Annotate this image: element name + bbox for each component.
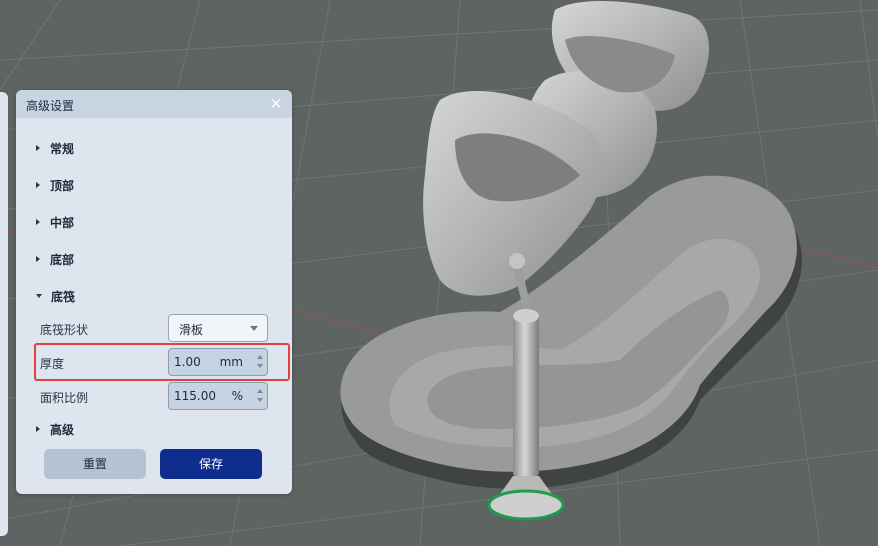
section-general[interactable]: 常规 [36, 139, 74, 157]
section-advanced-label: 高级 [50, 422, 75, 437]
section-general-label: 常规 [50, 141, 75, 156]
close-icon[interactable]: × [268, 95, 284, 111]
caret-right-icon [36, 182, 40, 188]
left-side-panel-edge [0, 92, 8, 536]
panel-header: 高级设置 × [16, 90, 292, 118]
section-advanced[interactable]: 高级 [36, 420, 74, 438]
spin-up-icon[interactable] [257, 389, 263, 393]
section-middle-label: 中部 [50, 215, 75, 230]
caret-right-icon [36, 219, 40, 225]
reset-button[interactable]: 重置 [44, 449, 146, 479]
support-tip [509, 253, 525, 269]
section-base[interactable]: 底筏 [36, 287, 75, 305]
save-button[interactable]: 保存 [160, 449, 262, 479]
panel-title: 高级设置 [26, 99, 75, 113]
support-pillar [513, 314, 539, 476]
caret-down-icon [36, 294, 42, 298]
chevron-down-icon [250, 326, 258, 331]
caret-right-icon [36, 426, 40, 432]
spin-down-icon[interactable] [257, 398, 263, 402]
base-shape-value: 滑板 [179, 323, 204, 337]
support-pillar-top [513, 309, 539, 323]
section-bottom[interactable]: 底部 [36, 250, 74, 268]
advanced-settings-panel: 高级设置 × 常规 顶部 中部 底部 底筏 底筏形状 滑板 厚度 mm 面积比例… [16, 90, 292, 494]
base-shape-label: 底筏形状 [40, 323, 89, 337]
caret-right-icon [36, 256, 40, 262]
section-bottom-label: 底部 [50, 252, 75, 267]
support-base-selected[interactable] [487, 489, 565, 521]
section-middle[interactable]: 中部 [36, 213, 74, 231]
area-ratio-label: 面积比例 [40, 391, 89, 405]
base-shape-select[interactable]: 滑板 [168, 314, 268, 342]
section-top-label: 顶部 [50, 178, 75, 193]
area-ratio-input[interactable] [174, 389, 224, 403]
area-ratio-spinbox[interactable]: % [168, 382, 268, 410]
caret-right-icon [36, 145, 40, 151]
thickness-highlight-box [34, 343, 290, 381]
section-base-label: 底筏 [51, 289, 76, 304]
area-ratio-unit: % [231, 389, 243, 403]
section-top[interactable]: 顶部 [36, 176, 74, 194]
